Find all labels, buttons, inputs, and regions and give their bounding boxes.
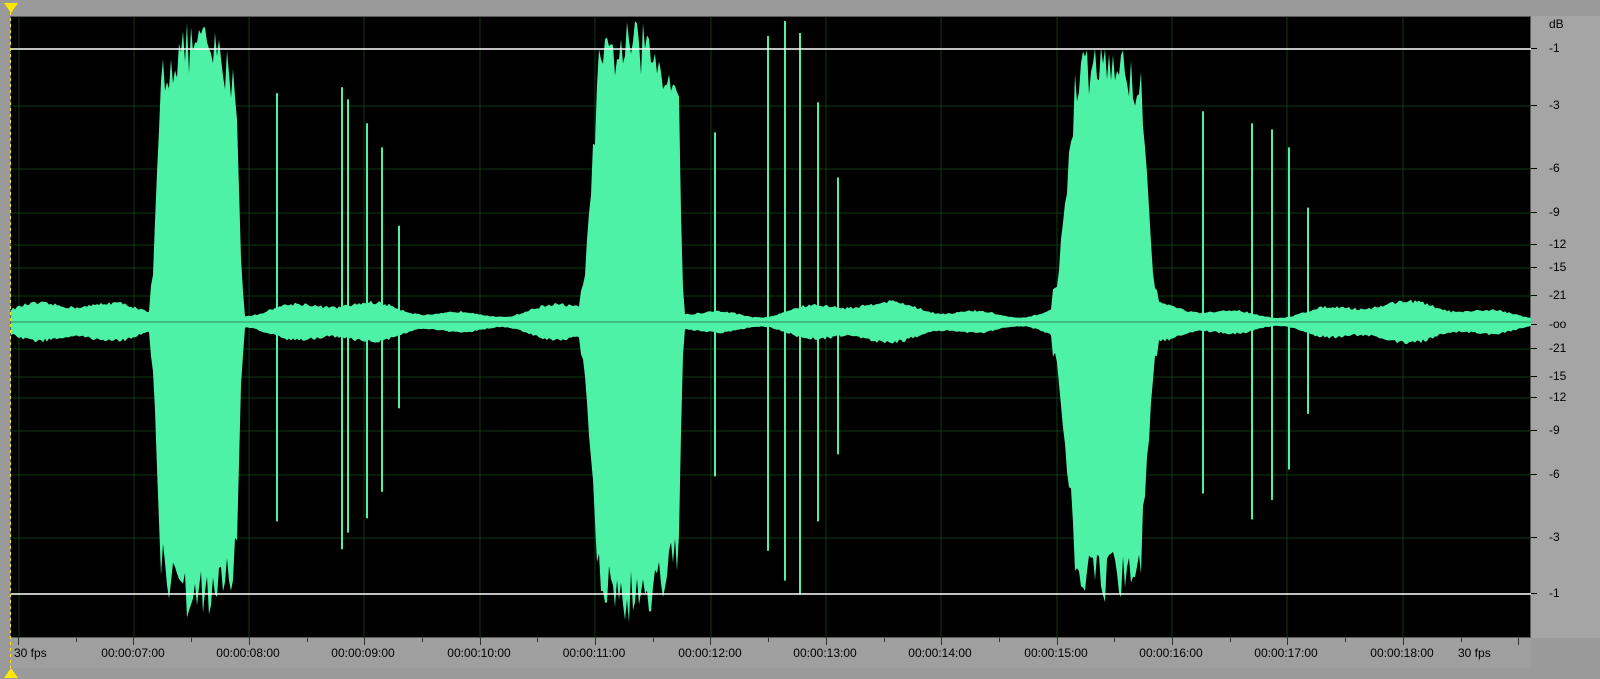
waveform-spike [1251,123,1253,520]
db-scale-tick [1531,324,1537,325]
timecode-label: 00:00:07:00 [101,646,165,660]
waveform-editor: dB -1 -3 -6 -9 -12 -15 -21 -oo -21 -15 -12 -9 -6 -3 -1… [0,0,1600,679]
db-scale-label: -6 [1549,161,1560,175]
time-tick [249,638,250,645]
time-tick [1230,638,1231,642]
db-scale-label: -15 [1549,260,1567,274]
time-tick [999,638,1000,642]
playhead-line[interactable] [10,12,11,668]
db-scale-tick [1531,474,1537,475]
fps-end-label: 30 fps [1458,646,1491,660]
time-tick [307,638,308,642]
db-scale-label: -oo [1549,317,1567,331]
timecode-label: 00:00:08:00 [216,646,280,660]
timecode-label: 00:00:15:00 [1024,646,1088,660]
waveform-spike [1202,111,1204,494]
waveform-spike [767,36,769,551]
time-tick [884,638,885,642]
time-tick [653,638,654,642]
time-tick [1345,638,1346,642]
playhead-triangle-bottom-icon[interactable] [4,668,18,678]
db-scale-tick [1531,168,1537,169]
db-unit-label: dB [1549,17,1564,31]
timecode-label: 00:00:11:00 [562,646,626,660]
waveform-spike [799,33,801,595]
timecode-label: 00:00:12:00 [678,646,742,660]
db-scale-label: -1 [1549,586,1560,600]
time-tick [364,638,365,645]
time-tick [133,638,134,645]
waveform-spike [398,225,400,409]
db-scale-tick [1531,48,1537,49]
timecode-label: 00:00:13:00 [793,646,857,660]
db-scale-tick [1531,244,1537,245]
db-scale-tick [1531,348,1537,349]
time-tick [422,638,423,642]
waveform-spike [1307,207,1309,414]
time-tick [595,638,596,645]
db-scale-tick [1531,593,1537,594]
db-scale-tick [1531,212,1537,213]
waveform-spike [837,177,839,455]
db-ruler: dB -1 -3 -6 -9 -12 -15 -21 -oo -21 -15 -12 -9 -6 -3 -1 [1531,16,1600,638]
db-scale-tick [1531,295,1537,296]
waveform-display[interactable] [10,16,1532,639]
time-tick [710,638,711,645]
time-tick [1403,638,1404,645]
waveform-spike [381,147,383,492]
timecode-label: 00:00:16:00 [1139,646,1203,660]
timecode-label: 00:00:17:00 [1254,646,1318,660]
db-scale-label: -1 [1549,41,1560,55]
playhead-triangle-icon[interactable] [4,3,18,13]
waveform-spike [347,99,349,533]
timecode-label: 00:00:14:00 [908,646,972,660]
db-scale-label: -3 [1549,530,1560,544]
waveform-spike [1288,147,1290,470]
db-scale-tick [1531,267,1537,268]
time-tick [1518,638,1519,645]
db-scale-label: -12 [1549,237,1567,251]
waveform-spike [366,123,368,519]
waveform-spike [1271,129,1273,500]
db-scale-label: -15 [1549,369,1567,383]
waveform-spike [784,21,786,581]
time-tick [1287,638,1288,645]
time-tick [826,638,827,645]
db-scale-label: -9 [1549,423,1560,437]
db-scale-tick [1531,537,1537,538]
time-tick [191,638,192,642]
waveform-svg[interactable] [11,17,1532,639]
time-ruler[interactable]: 30 fps 30 fps 00:00:07:00 00:00:08:00 00:0… [10,638,1531,668]
timecode-label: 00:00:10:00 [447,646,511,660]
db-scale-label: -12 [1549,390,1567,404]
time-tick [480,638,481,645]
time-tick [1114,638,1115,642]
timecode-label: 00:00:09:00 [331,646,395,660]
waveform-spike [714,132,716,477]
db-scale-label: -3 [1549,98,1560,112]
time-tick [941,638,942,645]
timecode-label: 00:00:18:00 [1370,646,1434,660]
waveform-spike [341,87,343,550]
time-tick [76,638,77,642]
db-scale-tick [1531,376,1537,377]
waveform-spike [817,102,819,522]
time-tick [768,638,769,642]
time-tick [537,638,538,642]
time-tick [18,638,19,645]
fps-start-label: 30 fps [14,646,47,660]
time-tick [1461,638,1462,642]
db-scale-label: -9 [1549,205,1560,219]
waveform-spike [276,93,278,522]
db-scale-label: -21 [1549,288,1567,302]
db-scale-label: -21 [1549,341,1567,355]
time-tick [1172,638,1173,645]
time-tick [1057,638,1058,645]
db-scale-tick [1531,105,1537,106]
db-scale-tick [1531,397,1537,398]
db-scale-tick [1531,430,1537,431]
db-scale-label: -6 [1549,467,1560,481]
